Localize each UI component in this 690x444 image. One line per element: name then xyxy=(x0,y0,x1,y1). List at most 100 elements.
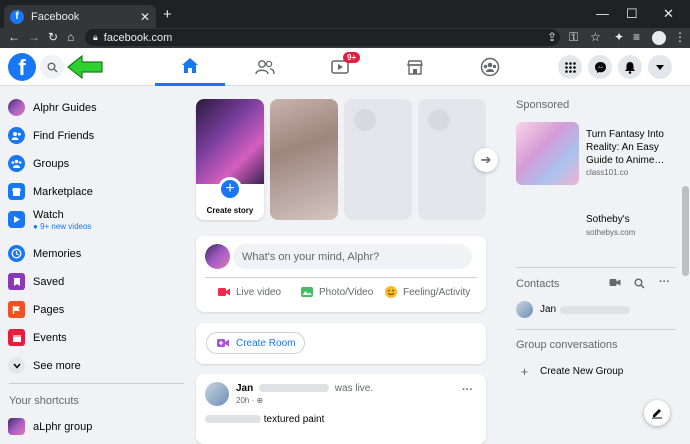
story-cover-image xyxy=(196,99,264,184)
ad2-domain: sothebys.com xyxy=(586,228,636,237)
bookmark-star-icon[interactable]: ☆ xyxy=(590,30,601,44)
account-dropdown-icon[interactable] xyxy=(648,55,672,79)
tab-friends[interactable] xyxy=(230,48,300,86)
sidebar-item-marketplace[interactable]: Marketplace xyxy=(8,183,93,200)
post-author-avatar[interactable] xyxy=(205,382,229,406)
address-bar[interactable]: 🔒︎ facebook.com xyxy=(85,29,560,46)
contacts-title: Contacts xyxy=(516,278,560,290)
tab-groups[interactable] xyxy=(455,48,525,86)
window-close-button[interactable]: ✕ xyxy=(663,6,674,22)
reload-icon[interactable]: ↻ xyxy=(48,30,58,44)
tab-home[interactable] xyxy=(155,48,225,86)
shortcut-label: aLphr group xyxy=(33,420,93,433)
facebook-header: f 9+ xyxy=(0,48,690,86)
live-video-button[interactable]: Live video xyxy=(217,285,281,299)
browser-menu-icon[interactable]: ⋮ xyxy=(674,30,686,44)
create-room-card: Create Room xyxy=(196,323,486,364)
back-arrow-icon[interactable]: ← xyxy=(8,30,20,44)
facebook-favicon-icon: f xyxy=(10,9,24,24)
whats-on-your-mind-input[interactable]: What's on your mind, Alphr? xyxy=(233,244,472,269)
room-video-icon xyxy=(217,339,229,347)
create-room-label: Create Room xyxy=(236,337,296,349)
groups-icon xyxy=(8,155,25,172)
sidebar-item-label: Marketplace xyxy=(33,185,93,198)
tab-marketplace[interactable] xyxy=(380,48,450,86)
maximize-button[interactable]: ☐ xyxy=(626,6,638,22)
messenger-icon[interactable] xyxy=(588,55,612,79)
tab-close-icon[interactable]: ✕ xyxy=(140,10,150,24)
blurred-name xyxy=(259,384,330,393)
sidebar-see-more[interactable]: See more xyxy=(8,357,81,374)
sidebar-item-saved[interactable]: Saved xyxy=(8,273,64,290)
create-new-group-button[interactable]: + Create New Group xyxy=(516,364,624,379)
search-icon[interactable] xyxy=(40,55,64,79)
photo-video-button[interactable]: Photo/Video xyxy=(300,285,373,299)
shortcut-item[interactable]: aLphr group xyxy=(8,418,92,435)
sidebar-item-memories[interactable]: Memories xyxy=(8,245,81,262)
profile-avatar-icon[interactable] xyxy=(652,31,666,45)
blurred-name xyxy=(560,305,631,314)
sidebar-item-events[interactable]: Events xyxy=(8,329,67,346)
feeling-label: Feeling/Activity xyxy=(403,286,471,298)
notifications-bell-icon[interactable] xyxy=(618,55,642,79)
facebook-logo[interactable]: f xyxy=(8,53,36,81)
extensions-icon[interactable]: ✦ xyxy=(614,30,624,44)
ad2-title[interactable]: Sotheby's xyxy=(586,214,630,225)
share-icon[interactable]: ⇪ xyxy=(547,30,557,44)
post-time[interactable]: 20h · xyxy=(236,396,254,405)
feeling-activity-button[interactable]: Feeling/Activity xyxy=(384,285,470,299)
home-icon[interactable]: ⌂ xyxy=(67,30,74,44)
sidebar-item-watch[interactable]: Watch ● 9+ new videos xyxy=(8,209,91,231)
right-sidebar: Sponsored Turn Fantasy Into Reality: An … xyxy=(505,86,690,434)
shortcuts-title: Your shortcuts xyxy=(9,395,79,407)
page-scrollbar[interactable] xyxy=(681,86,690,434)
plus-icon: + xyxy=(218,177,242,201)
new-tab-button[interactable]: + xyxy=(163,6,172,23)
live-video-label: Live video xyxy=(236,286,282,298)
ad1-title[interactable]: Turn Fantasy Into Reality: An Easy Guide… xyxy=(586,128,678,167)
search-contacts-icon[interactable] xyxy=(634,278,645,292)
browser-tab[interactable]: f Facebook ✕ xyxy=(4,5,156,28)
video-call-icon[interactable] xyxy=(609,278,621,290)
key-icon[interactable]: ⚿ xyxy=(569,30,578,45)
post-time-row: 20h · ⊕ xyxy=(236,396,263,405)
ad-image[interactable] xyxy=(516,122,579,185)
lock-icon: 🔒︎ xyxy=(93,32,98,42)
tab-watch[interactable]: 9+ xyxy=(305,48,375,86)
stories-next-arrow-icon[interactable]: ➔ xyxy=(474,148,498,172)
sidebar-item-label: Memories xyxy=(33,247,82,260)
ad1-domain: class101.co xyxy=(586,168,629,177)
right-divider xyxy=(516,329,676,330)
sidebar-item-find-friends[interactable]: Find Friends xyxy=(8,127,94,144)
contacts-more-icon[interactable]: ··· xyxy=(659,276,670,288)
sidebar-item-label: Alphr Guides xyxy=(33,101,97,114)
sidebar-divider xyxy=(9,383,184,384)
create-room-button[interactable]: Create Room xyxy=(206,332,306,354)
browser-tab-bar: f Facebook ✕ + — ☐ ✕ xyxy=(0,0,690,28)
tab-title: Facebook xyxy=(31,10,80,23)
marketplace-icon xyxy=(8,183,25,200)
story-card[interactable] xyxy=(270,99,338,220)
create-story-card[interactable]: + Create story xyxy=(196,99,264,220)
sidebar-item-groups[interactable]: Groups xyxy=(8,155,69,172)
scrollbar-thumb[interactable] xyxy=(682,186,689,276)
sidebar-item-pages[interactable]: Pages xyxy=(8,301,64,318)
chevron-down-icon xyxy=(8,357,25,374)
profile-avatar-icon xyxy=(8,99,25,116)
menu-grid-icon[interactable] xyxy=(558,55,582,79)
sidebar-item-label: Events xyxy=(33,331,67,344)
post-more-icon[interactable]: ··· xyxy=(462,384,473,396)
pages-icon xyxy=(8,301,25,318)
forward-arrow-icon[interactable]: → xyxy=(28,30,40,44)
contact-row[interactable]: Jan xyxy=(516,301,631,318)
reading-list-icon[interactable]: ≡ xyxy=(633,30,640,44)
group-avatar-icon xyxy=(8,418,25,435)
minimize-button[interactable]: — xyxy=(596,6,609,21)
group-conversations-title: Group conversations xyxy=(516,339,618,351)
sponsored-title: Sponsored xyxy=(516,99,570,111)
new-message-edit-icon[interactable] xyxy=(644,400,670,426)
sidebar-item-profile[interactable]: Alphr Guides xyxy=(8,99,97,116)
story-placeholder xyxy=(344,99,412,220)
create-new-group-label: Create New Group xyxy=(540,366,624,377)
post-author[interactable]: Jan xyxy=(236,383,253,394)
